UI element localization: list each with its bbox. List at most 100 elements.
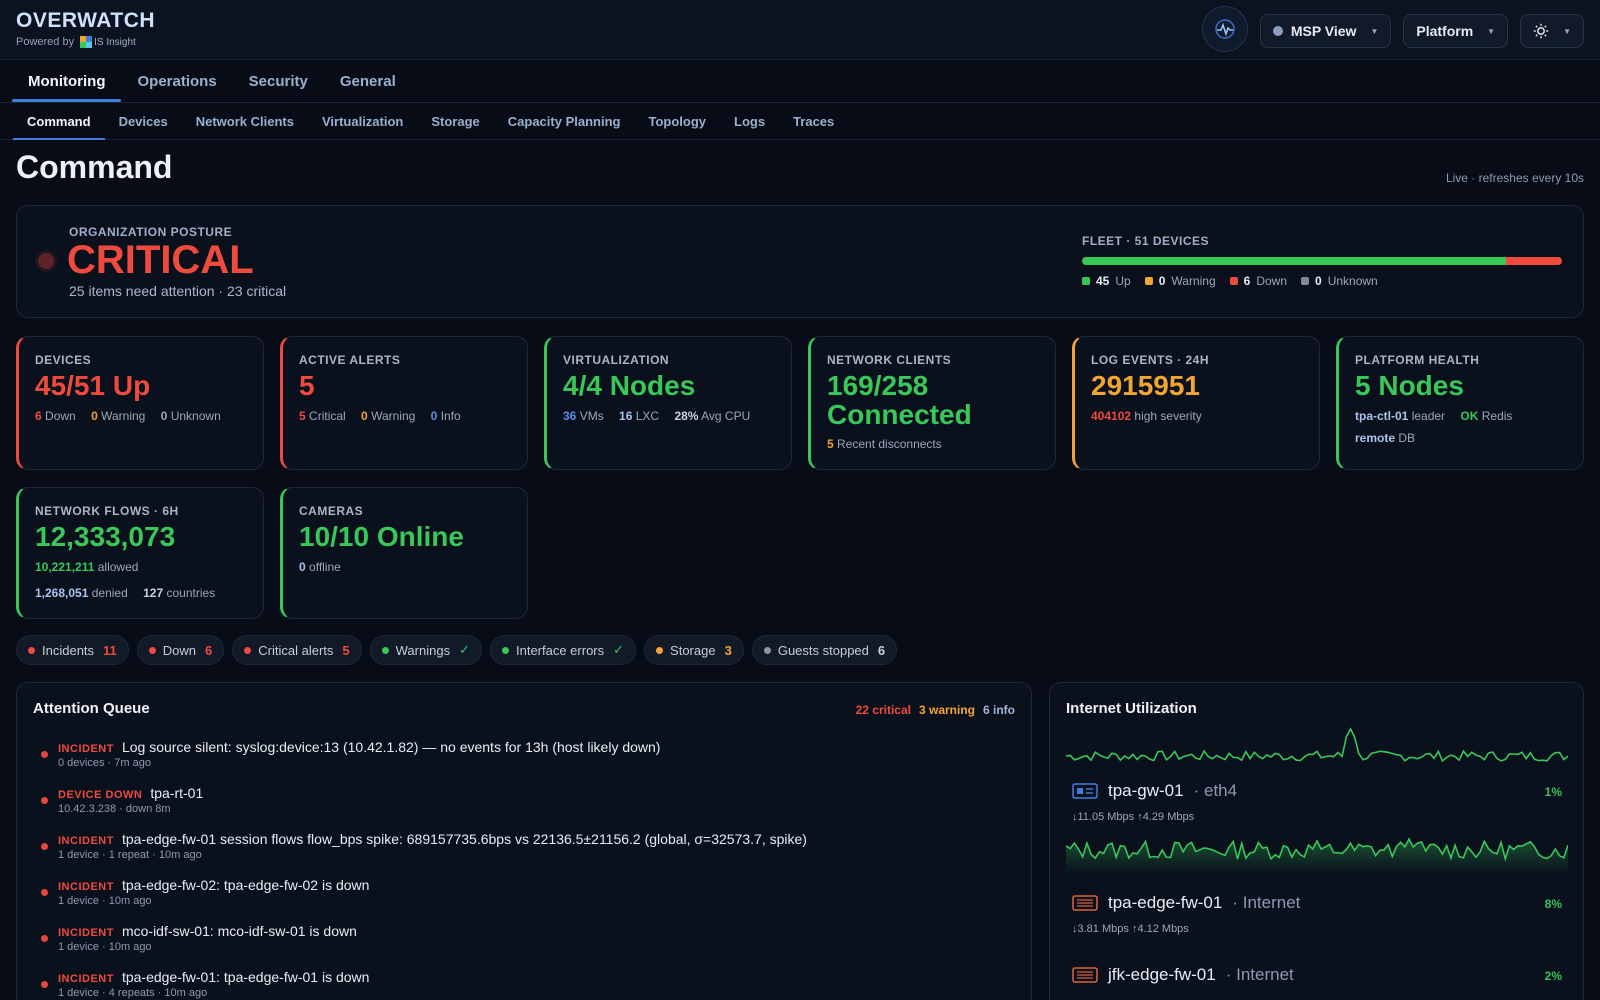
tab-virtualization[interactable]: Virtualization bbox=[308, 104, 417, 139]
item-type: INCIDENT bbox=[58, 973, 114, 985]
tab-network-clients[interactable]: Network Clients bbox=[182, 104, 308, 139]
fleet-bar-down bbox=[1505, 257, 1562, 265]
legend-warning: 0 Warning bbox=[1144, 274, 1216, 288]
primary-tabs: Monitoring Operations Security General bbox=[0, 60, 1600, 103]
queue-item[interactable]: INCIDENT mco-idf-sw-01: mco-idf-sw-01 is … bbox=[33, 923, 1013, 969]
pulse-button[interactable] bbox=[1201, 6, 1248, 52]
fleet-legend: 45 Up 0 Warning 6 Down 0 Unknown bbox=[1082, 274, 1562, 288]
theme-button[interactable]: ▼ bbox=[1520, 14, 1584, 48]
tab-command[interactable]: Command bbox=[13, 104, 105, 140]
item-meta: 0 devices · 7m ago bbox=[58, 757, 151, 769]
card-label: DEVICES bbox=[35, 353, 92, 367]
item-text: tpa-edge-fw-01: tpa-edge-fw-01 is down bbox=[121, 969, 370, 985]
info-count: 6 info bbox=[983, 703, 1015, 717]
cameras-card[interactable]: CAMERAS 10/10 Online 0 offline bbox=[280, 487, 528, 619]
brand[interactable]: OVERWATCH Powered by IS Insight bbox=[16, 9, 155, 48]
item-type: INCIDENT bbox=[58, 927, 114, 939]
sparkline-tpa-gw-01 bbox=[1066, 727, 1568, 763]
chip-critical-alerts[interactable]: Critical alerts 5 bbox=[232, 635, 362, 665]
legend-swatch bbox=[1144, 277, 1153, 285]
tab-storage[interactable]: Storage bbox=[417, 104, 493, 139]
network-clients-card[interactable]: NETWORK CLIENTS 169/258 Connected 5 Rece… bbox=[808, 336, 1056, 470]
card-value: 45/51 Up bbox=[35, 370, 151, 401]
cube-icon bbox=[80, 36, 93, 48]
chip-dot bbox=[501, 646, 509, 654]
network-flows-card[interactable]: NETWORK FLOWS · 6H 12,333,073 10,221,211… bbox=[16, 487, 264, 619]
card-value: 2915951 bbox=[1091, 370, 1201, 401]
severity-dot bbox=[41, 797, 48, 804]
card-value: 10/10 Online bbox=[299, 521, 464, 552]
powered-by: Powered by IS Insight bbox=[16, 36, 155, 48]
link-device: tpa-gw-01 bbox=[1108, 781, 1184, 800]
link-name: tpa-edge-fw-01 · Internet bbox=[1072, 893, 1562, 913]
queue-item[interactable]: INCIDENT Log source silent: syslog:device… bbox=[33, 739, 1013, 785]
fleet-bar bbox=[1082, 257, 1562, 265]
sparkline-tpa-edge-fw-01 bbox=[1066, 837, 1568, 873]
card-detail: 5 Recent disconnects bbox=[827, 436, 942, 451]
card-label: NETWORK CLIENTS bbox=[827, 353, 952, 367]
chip-dot bbox=[148, 646, 156, 654]
queue-item[interactable]: INCIDENT tpa-edge-fw-02: tpa-edge-fw-02 i… bbox=[33, 877, 1013, 923]
card-detail: 1,268,051 denied 127 countries bbox=[35, 586, 216, 601]
item-text: Log source silent: syslog:device:13 (10.… bbox=[121, 739, 661, 755]
chip-dot bbox=[763, 646, 771, 654]
link-utilization: 8% bbox=[1544, 897, 1562, 911]
tab-logs[interactable]: Logs bbox=[720, 104, 779, 139]
fleet-bar-up bbox=[1082, 257, 1506, 265]
warning-count: 3 warning bbox=[918, 703, 975, 717]
item-type: DEVICE DOWN bbox=[58, 789, 143, 801]
posture-label: ORGANIZATION POSTURE bbox=[69, 225, 233, 239]
msp-view-button[interactable]: MSP View ▼ bbox=[1259, 14, 1392, 48]
app-title: OVERWATCH bbox=[16, 9, 156, 32]
chip-incidents[interactable]: Incidents 11 bbox=[16, 635, 129, 665]
chip-warnings[interactable]: Warnings ✓ bbox=[369, 635, 482, 665]
card-value: 4/4 Nodes bbox=[563, 370, 696, 401]
queue-item[interactable]: INCIDENT tpa-edge-fw-01 session flows flo… bbox=[33, 831, 1013, 877]
link-iface: · eth4 bbox=[1193, 781, 1238, 800]
card-value: 5 bbox=[299, 370, 315, 401]
item-text: tpa-edge-fw-01 session flows flow_bps sp… bbox=[121, 831, 807, 847]
wan-link-row[interactable]: tpa-edge-fw-01 · Internet 8% ↓3.81 Mbps … bbox=[1072, 893, 1562, 935]
tab-topology[interactable]: Topology bbox=[634, 104, 720, 139]
chip-guests-stopped[interactable]: Guests stopped 6 bbox=[751, 635, 898, 665]
wan-link-row[interactable]: tpa-gw-01 · eth4 1% ↓11.05 Mbps ↑4.29 Mb… bbox=[1072, 781, 1562, 823]
tab-capacity-planning[interactable]: Capacity Planning bbox=[494, 104, 635, 139]
queue-item[interactable]: INCIDENT tpa-edge-fw-01: tpa-edge-fw-01 i… bbox=[33, 969, 1013, 1000]
log-events-card[interactable]: LOG EVENTS · 24H 2915951 404102 high sev… bbox=[1072, 336, 1320, 470]
tab-traces[interactable]: Traces bbox=[779, 104, 848, 139]
virtualization-card[interactable]: VIRTUALIZATION 4/4 Nodes 36 VMs 16 LXC 2… bbox=[544, 336, 792, 470]
item-type: INCIDENT bbox=[58, 881, 114, 893]
wan-link-row[interactable]: jfk-edge-fw-01 · Internet 2% bbox=[1072, 965, 1562, 985]
card-detail: 10,221,211 allowed bbox=[35, 560, 139, 575]
tab-general[interactable]: General bbox=[324, 60, 412, 102]
platform-button[interactable]: Platform ▼ bbox=[1403, 14, 1509, 48]
header-actions: MSP View ▼ Platform ▼ ▼ bbox=[1201, 6, 1584, 52]
tab-operations[interactable]: Operations bbox=[121, 60, 232, 102]
organization-posture-card: ORGANIZATION POSTURE CRITICAL 25 items n… bbox=[16, 205, 1584, 318]
msp-view-label: MSP View bbox=[1290, 23, 1357, 39]
filter-chips: Incidents 11 Down 6 Critical alerts 5 Warni… bbox=[16, 635, 898, 665]
card-label: VIRTUALIZATION bbox=[563, 353, 670, 367]
check-icon: ✓ bbox=[613, 642, 625, 657]
chip-storage[interactable]: Storage 3 bbox=[644, 635, 744, 665]
tab-devices[interactable]: Devices bbox=[105, 104, 182, 139]
check-icon: ✓ bbox=[459, 642, 470, 657]
devices-card[interactable]: DEVICES 45/51 Up 6 Down 0 Warning 0 Unkn… bbox=[16, 336, 264, 470]
page-title: Command bbox=[16, 149, 173, 185]
severity-dot bbox=[41, 889, 48, 896]
item-text: tpa-edge-fw-02: tpa-edge-fw-02 is down bbox=[121, 877, 370, 893]
item-text: tpa-rt-01 bbox=[150, 785, 204, 801]
chip-dot bbox=[244, 646, 252, 654]
chip-down[interactable]: Down 6 bbox=[136, 635, 225, 665]
platform-health-card[interactable]: PLATFORM HEALTH 5 Nodes tpa-ctl-01 leade… bbox=[1336, 336, 1584, 470]
active-alerts-card[interactable]: ACTIVE ALERTS 5 5 Critical 0 Warning 0 I… bbox=[280, 336, 528, 470]
chip-interface-errors[interactable]: Interface errors ✓ bbox=[489, 635, 637, 665]
legend-down: 6 Down bbox=[1229, 274, 1287, 288]
queue-item[interactable]: DEVICE DOWN tpa-rt-01 10.42.3.238 · down 8… bbox=[33, 785, 1013, 831]
legend-swatch bbox=[1229, 277, 1238, 285]
tab-security[interactable]: Security bbox=[233, 60, 324, 102]
fleet-label: FLEET · 51 DEVICES bbox=[1082, 234, 1210, 248]
status-dot bbox=[1272, 26, 1283, 36]
tab-monitoring[interactable]: Monitoring bbox=[12, 60, 122, 102]
link-name: tpa-gw-01 · eth4 bbox=[1072, 781, 1562, 801]
